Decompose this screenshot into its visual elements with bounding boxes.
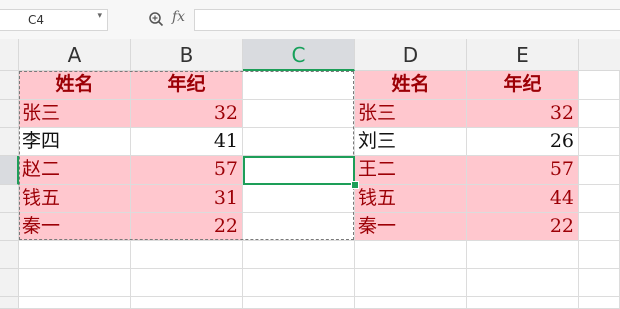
empty-cell[interactable] xyxy=(579,297,620,309)
name-cell[interactable]: 张三 xyxy=(355,100,467,128)
empty-cell[interactable] xyxy=(579,100,620,128)
name-cell[interactable]: 赵二 xyxy=(19,156,131,185)
empty-cell[interactable] xyxy=(355,297,467,309)
row-header-9[interactable] xyxy=(0,297,19,309)
empty-cell[interactable] xyxy=(243,297,355,309)
name-box-value: C4 xyxy=(28,13,45,27)
age-cell[interactable]: 22 xyxy=(131,213,243,241)
empty-cell[interactable] xyxy=(131,241,243,269)
formula-input[interactable] xyxy=(194,9,620,31)
empty-cell[interactable] xyxy=(467,269,579,297)
name-cell[interactable]: 钱五 xyxy=(355,185,467,213)
name-cell[interactable]: 秦一 xyxy=(19,213,131,241)
name-box[interactable]: C4 ▾ xyxy=(0,9,108,31)
name-cell[interactable]: 王二 xyxy=(355,156,467,185)
row-header-4[interactable] xyxy=(0,156,19,185)
column-header-f[interactable] xyxy=(579,39,620,71)
select-all-corner[interactable] xyxy=(0,39,19,71)
empty-cell[interactable] xyxy=(19,241,131,269)
name-cell[interactable]: 刘三 xyxy=(355,128,467,156)
empty-cell[interactable] xyxy=(19,269,131,297)
empty-cell[interactable] xyxy=(579,269,620,297)
header-cell[interactable]: 姓名 xyxy=(19,71,131,100)
header-cell[interactable]: 年纪 xyxy=(131,71,243,100)
empty-cell[interactable] xyxy=(131,269,243,297)
active-cell-c4[interactable] xyxy=(243,156,355,185)
row-header-5[interactable] xyxy=(0,185,19,213)
name-cell[interactable]: 李四 xyxy=(19,128,131,156)
age-cell[interactable]: 22 xyxy=(467,213,579,241)
empty-cell[interactable] xyxy=(355,241,467,269)
empty-cell[interactable] xyxy=(579,241,620,269)
name-cell[interactable]: 秦一 xyxy=(355,213,467,241)
row-header-1[interactable] xyxy=(0,71,19,100)
empty-cell[interactable] xyxy=(243,71,355,100)
empty-cell[interactable] xyxy=(243,100,355,128)
age-cell[interactable]: 32 xyxy=(467,100,579,128)
age-cell[interactable]: 26 xyxy=(467,128,579,156)
age-cell[interactable]: 32 xyxy=(131,100,243,128)
spreadsheet-grid: A B C D E 姓名 年纪 张三 32 李四 41 赵二 57 钱五 31 秦一 22 姓名 年纪 张三… xyxy=(0,39,620,309)
empty-cell[interactable] xyxy=(467,241,579,269)
empty-cell[interactable] xyxy=(579,213,620,241)
row-header-3[interactable] xyxy=(0,128,19,156)
empty-cell[interactable] xyxy=(243,241,355,269)
column-header-c[interactable]: C xyxy=(243,39,355,71)
row-header-2[interactable] xyxy=(0,100,19,128)
age-cell[interactable]: 57 xyxy=(467,156,579,185)
column-header-e[interactable]: E xyxy=(467,39,579,71)
age-cell[interactable]: 31 xyxy=(131,185,243,213)
empty-cell[interactable] xyxy=(579,156,620,185)
header-cell[interactable]: 年纪 xyxy=(467,71,579,100)
chevron-down-icon[interactable]: ▾ xyxy=(97,11,102,21)
empty-cell[interactable] xyxy=(243,213,355,241)
empty-cell[interactable] xyxy=(243,128,355,156)
column-header-a[interactable]: A xyxy=(19,39,131,71)
fx-icon[interactable]: fx xyxy=(172,9,185,25)
empty-cell[interactable] xyxy=(579,128,620,156)
row-header-7[interactable] xyxy=(0,241,19,269)
empty-cell[interactable] xyxy=(243,269,355,297)
formula-bar: C4 ▾ fx xyxy=(0,0,620,40)
empty-cell[interactable] xyxy=(19,297,131,309)
age-cell[interactable]: 57 xyxy=(131,156,243,185)
empty-cell[interactable] xyxy=(579,185,620,213)
empty-cell[interactable] xyxy=(467,297,579,309)
empty-cell[interactable] xyxy=(243,185,355,213)
fill-handle[interactable] xyxy=(351,181,359,189)
empty-cell[interactable] xyxy=(131,297,243,309)
row-header-8[interactable] xyxy=(0,269,19,297)
header-cell[interactable]: 姓名 xyxy=(355,71,467,100)
column-header-d[interactable]: D xyxy=(355,39,467,71)
empty-cell[interactable] xyxy=(355,269,467,297)
age-cell[interactable]: 41 xyxy=(131,128,243,156)
age-cell[interactable]: 44 xyxy=(467,185,579,213)
name-cell[interactable]: 钱五 xyxy=(19,185,131,213)
column-header-b[interactable]: B xyxy=(131,39,243,71)
row-header-6[interactable] xyxy=(0,213,19,241)
name-cell[interactable]: 张三 xyxy=(19,100,131,128)
zoom-icon[interactable] xyxy=(148,11,164,27)
empty-cell[interactable] xyxy=(579,71,620,100)
